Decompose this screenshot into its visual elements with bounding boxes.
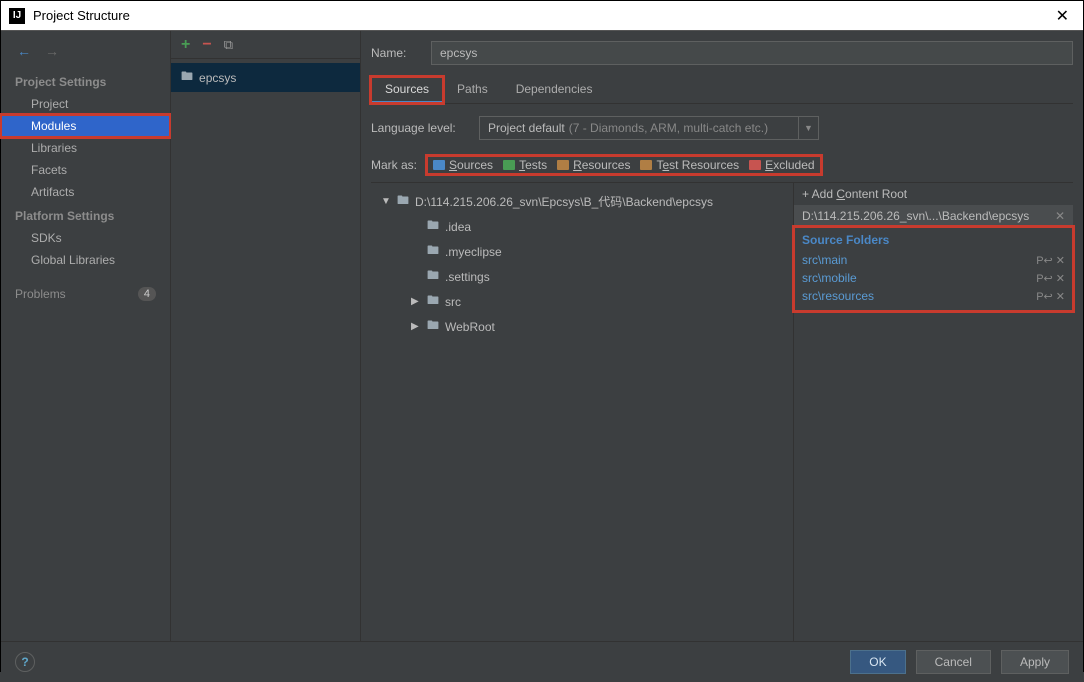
folder-icon bbox=[503, 160, 515, 170]
tab-sources[interactable]: Sources bbox=[371, 77, 443, 103]
name-label: Name: bbox=[371, 46, 421, 60]
mark-excluded-button[interactable]: Excluded bbox=[749, 158, 814, 172]
folder-icon bbox=[640, 160, 652, 170]
chevron-down-icon: ▼ bbox=[798, 117, 818, 139]
titlebar: IJ Project Structure ✕ bbox=[1, 1, 1083, 31]
chevron-right-icon: ▶ bbox=[411, 296, 421, 307]
section-project-settings: Project Settings bbox=[1, 69, 170, 93]
add-module-icon[interactable]: + bbox=[181, 36, 190, 54]
apply-button[interactable]: Apply bbox=[1001, 650, 1069, 674]
source-folder-resources[interactable]: src\resources P↩✕ bbox=[802, 287, 1065, 305]
source-folder-path: src\mobile bbox=[802, 271, 857, 285]
folder-icon: 🖿 bbox=[427, 266, 439, 287]
sidebar-item-libraries[interactable]: Libraries bbox=[1, 137, 170, 159]
remove-source-icon[interactable]: ✕ bbox=[1056, 290, 1065, 303]
tree-item-webroot[interactable]: ▶ 🖿 WebRoot bbox=[371, 314, 793, 339]
tree-root-label: D:\114.215.206.26_svn\Epcsys\B_代码\Backen… bbox=[415, 193, 713, 210]
tree-item-label: src bbox=[445, 295, 461, 309]
sidebar-item-sdks[interactable]: SDKs bbox=[1, 227, 170, 249]
tree-item-label: .myeclipse bbox=[445, 245, 502, 259]
help-button[interactable]: ? bbox=[15, 652, 35, 672]
folder-icon bbox=[433, 160, 445, 170]
section-platform-settings: Platform Settings bbox=[1, 203, 170, 227]
sidebar: ← → Project Settings Project Modules Lib… bbox=[1, 31, 171, 641]
mark-tests-button[interactable]: Tests bbox=[503, 158, 547, 172]
language-level-desc: (7 - Diamonds, ARM, multi-catch etc.) bbox=[569, 121, 768, 135]
remove-source-icon[interactable]: ✕ bbox=[1056, 272, 1065, 285]
ok-button[interactable]: OK bbox=[850, 650, 905, 674]
close-icon[interactable]: ✕ bbox=[1050, 6, 1075, 26]
content-root-header[interactable]: D:\114.215.206.26_svn\...\Backend\epcsys… bbox=[794, 205, 1073, 227]
edit-properties-icon[interactable]: P↩ bbox=[1036, 272, 1053, 285]
cancel-button[interactable]: Cancel bbox=[916, 650, 991, 674]
tree-item-idea[interactable]: 🖿 .idea bbox=[371, 214, 793, 239]
problems-label: Problems bbox=[15, 287, 66, 301]
dialog-footer: ? OK Cancel Apply bbox=[1, 641, 1083, 682]
module-list-panel: + − ⧉ 🖿 epcsys bbox=[171, 31, 361, 641]
chevron-down-icon: ▼ bbox=[381, 196, 391, 207]
forward-icon[interactable]: → bbox=[45, 43, 59, 59]
module-details: Name: Sources Paths Dependencies Languag… bbox=[361, 31, 1083, 641]
back-icon[interactable]: ← bbox=[17, 43, 31, 59]
copy-module-icon[interactable]: ⧉ bbox=[224, 37, 233, 53]
tree-item-src[interactable]: ▶ 🖿 src bbox=[371, 289, 793, 314]
tree-item-settings[interactable]: 🖿 .settings bbox=[371, 264, 793, 289]
tab-dependencies[interactable]: Dependencies bbox=[502, 77, 607, 103]
sidebar-item-artifacts[interactable]: Artifacts bbox=[1, 181, 170, 203]
folder-icon: 🖿 bbox=[427, 241, 439, 262]
content-root-path: D:\114.215.206.26_svn\...\Backend\epcsys bbox=[802, 209, 1029, 223]
tab-paths[interactable]: Paths bbox=[443, 77, 502, 103]
source-folders-title: Source Folders bbox=[802, 233, 1065, 247]
mark-as-buttons: SSourcesources Tests Resources Test Reso… bbox=[427, 156, 821, 174]
module-name: epcsys bbox=[199, 71, 236, 85]
source-folder-mobile[interactable]: src\mobile P↩✕ bbox=[802, 269, 1065, 287]
tree-root[interactable]: ▼ 🖿 D:\114.215.206.26_svn\Epcsys\B_代码\Ba… bbox=[371, 189, 793, 214]
window-title: Project Structure bbox=[33, 8, 1050, 23]
content-tree: ▼ 🖿 D:\114.215.206.26_svn\Epcsys\B_代码\Ba… bbox=[371, 183, 793, 641]
source-folder-main[interactable]: src\main P↩✕ bbox=[802, 251, 1065, 269]
remove-source-icon[interactable]: ✕ bbox=[1056, 254, 1065, 267]
tree-item-label: WebRoot bbox=[445, 320, 495, 334]
folder-icon: 🖿 bbox=[427, 316, 439, 337]
edit-properties-icon[interactable]: P↩ bbox=[1036, 290, 1053, 303]
sidebar-item-modules[interactable]: Modules bbox=[1, 115, 170, 137]
chevron-right-icon: ▶ bbox=[411, 321, 421, 332]
tree-item-label: .settings bbox=[445, 270, 490, 284]
problems-count-badge: 4 bbox=[138, 287, 156, 301]
sidebar-item-project[interactable]: Project bbox=[1, 93, 170, 115]
folder-icon bbox=[749, 160, 761, 170]
tree-item-label: .idea bbox=[445, 220, 471, 234]
folder-icon: 🖿 bbox=[427, 216, 439, 237]
edit-properties-icon[interactable]: P↩ bbox=[1036, 254, 1053, 267]
source-folder-path: src\resources bbox=[802, 289, 874, 303]
sidebar-item-facets[interactable]: Facets bbox=[1, 159, 170, 181]
module-item-epcsys[interactable]: 🖿 epcsys bbox=[171, 63, 360, 92]
mark-sources-button[interactable]: SSourcesources bbox=[433, 158, 493, 172]
detail-tabs: Sources Paths Dependencies bbox=[371, 77, 1073, 104]
folder-icon bbox=[557, 160, 569, 170]
add-content-root-button[interactable]: + Add Content Root bbox=[794, 183, 1073, 205]
sidebar-item-global-libraries[interactable]: Global Libraries bbox=[1, 249, 170, 271]
sidebar-item-problems[interactable]: Problems 4 bbox=[1, 283, 170, 305]
remove-module-icon[interactable]: − bbox=[202, 36, 211, 54]
folder-icon: 🖿 bbox=[427, 291, 439, 312]
app-icon: IJ bbox=[9, 8, 25, 24]
source-folder-path: src\main bbox=[802, 253, 847, 267]
remove-content-root-icon[interactable]: ✕ bbox=[1055, 209, 1065, 223]
content-root-panel: + Add Content Root D:\114.215.206.26_svn… bbox=[793, 183, 1073, 641]
module-name-input[interactable] bbox=[431, 41, 1073, 65]
mark-resources-button[interactable]: Resources bbox=[557, 158, 630, 172]
tree-item-myeclipse[interactable]: 🖿 .myeclipse bbox=[371, 239, 793, 264]
mark-as-label: Mark as: bbox=[371, 158, 417, 172]
language-level-value: Project default bbox=[488, 121, 565, 135]
folder-icon: 🖿 bbox=[181, 67, 193, 88]
folder-icon: 🖿 bbox=[397, 191, 409, 212]
mark-test-resources-button[interactable]: Test Resources bbox=[640, 158, 739, 172]
language-level-label: Language level: bbox=[371, 121, 467, 135]
source-folders-section: Source Folders src\main P↩✕ src\mobile P… bbox=[794, 227, 1073, 311]
language-level-select[interactable]: Project default (7 - Diamonds, ARM, mult… bbox=[479, 116, 819, 140]
